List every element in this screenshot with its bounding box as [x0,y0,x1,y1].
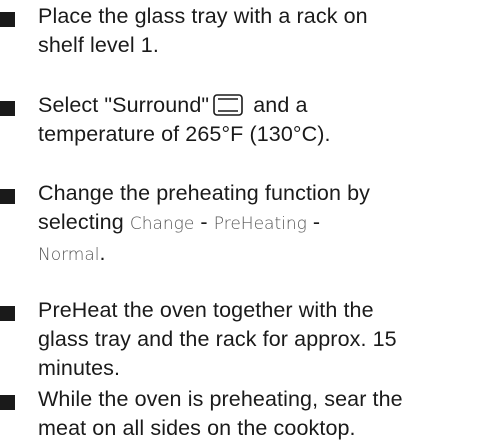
step-text: Change the preheating function by select… [38,179,478,270]
step-line: selecting Change - PreHeating - [38,208,478,239]
menu-term-change: Change [129,214,195,234]
step-line: Place the glass tray with a rack on [38,4,368,28]
step-text-end: . [99,241,106,265]
step-text: While the oven is preheating, sear the m… [38,385,478,443]
step-text-suffix: and a [247,93,308,117]
step-text: Place the glass tray with a rack on shel… [38,2,478,60]
bullet-square-icon [0,306,15,321]
surround-heat-icon [213,94,243,116]
bullet-square-icon [0,12,15,27]
step-line: Normal. [38,239,478,270]
step-line: Change the preheating function by [38,181,371,205]
menu-term-normal: Normal [38,245,100,265]
step-line: meat on all sides on the cooktop. [38,416,356,440]
step-line: glass tray and the rack for approx. 15 [38,327,397,351]
step-line: PreHeat the oven together with the [38,298,374,322]
bullet-square-icon [0,189,15,204]
step-text: PreHeat the oven together with the glass… [38,296,478,383]
bullet-square-icon [0,395,15,410]
step-line: temperature of 265°F (130°C). [38,122,331,146]
separator: - [194,210,214,234]
step-text-prefix: Select "Surround" [38,93,210,117]
step-line: shelf level 1. [38,33,159,57]
menu-term-preheating: PreHeating [213,214,307,234]
step-line: minutes. [38,356,121,380]
step-text: Select "Surround" and a temperature of 2… [38,91,478,149]
step-text-prefix: selecting [38,210,130,234]
bullet-square-icon [0,101,15,116]
step-line: While the oven is preheating, sear the [38,387,403,411]
separator: - [306,210,321,234]
step-line: Select "Surround" and a [38,91,478,120]
